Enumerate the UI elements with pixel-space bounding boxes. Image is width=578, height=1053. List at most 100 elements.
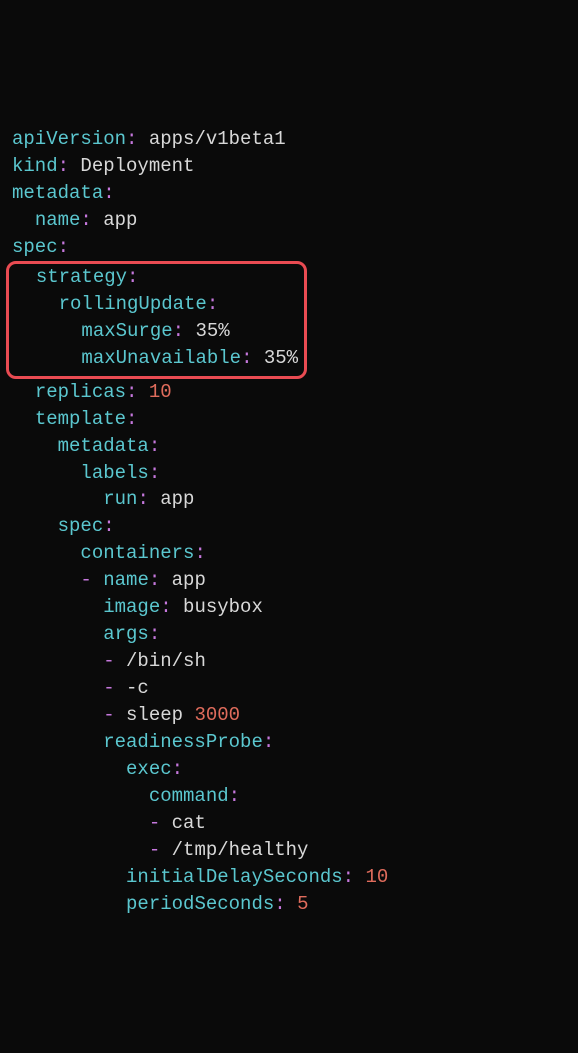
colon: :: [263, 731, 274, 753]
yaml-line: metadata:: [12, 433, 566, 460]
yaml-value: /tmp/healthy: [172, 839, 309, 861]
yaml-line: - /tmp/healthy: [12, 837, 566, 864]
yaml-line: metadata:: [12, 180, 566, 207]
yaml-line: maxSurge: 35%: [13, 318, 298, 345]
yaml-line: apiVersion: apps/v1beta1: [12, 126, 566, 153]
colon: :: [137, 488, 148, 510]
yaml-value: -c: [126, 677, 149, 699]
yaml-value: 35%: [264, 347, 298, 369]
yaml-value: app: [172, 569, 206, 591]
colon: :: [126, 128, 137, 150]
yaml-key: maxUnavailable: [81, 347, 241, 369]
yaml-line: containers:: [12, 540, 566, 567]
colon: :: [229, 785, 240, 807]
yaml-line: command:: [12, 783, 566, 810]
yaml-key: metadata: [58, 435, 149, 457]
yaml-key: labels: [80, 462, 148, 484]
yaml-line: - -c: [12, 675, 566, 702]
yaml-line: initialDelaySeconds: 10: [12, 864, 566, 891]
yaml-line: spec:: [12, 234, 566, 261]
yaml-line: - sleep 3000: [12, 702, 566, 729]
colon: :: [173, 320, 184, 342]
yaml-line: - name: app: [12, 567, 566, 594]
yaml-line: readinessProbe:: [12, 729, 566, 756]
yaml-key: args: [103, 623, 149, 645]
yaml-line: strategy:: [13, 264, 298, 291]
yaml-key: image: [103, 596, 160, 618]
dash: -: [103, 704, 114, 726]
colon: :: [103, 515, 114, 537]
yaml-key: name: [103, 569, 149, 591]
yaml-line: spec:: [12, 513, 566, 540]
colon: :: [149, 623, 160, 645]
yaml-line: name: app: [12, 207, 566, 234]
colon: :: [194, 542, 205, 564]
yaml-key: replicas: [35, 381, 126, 403]
yaml-value: cat: [172, 812, 206, 834]
yaml-key: initialDelaySeconds: [126, 866, 343, 888]
yaml-value: apps/v1beta1: [149, 128, 286, 150]
yaml-key: command: [149, 785, 229, 807]
yaml-key: containers: [80, 542, 194, 564]
yaml-line: args:: [12, 621, 566, 648]
yaml-key: kind: [12, 155, 58, 177]
dash: -: [149, 839, 160, 861]
yaml-value: app: [160, 488, 194, 510]
dash: -: [103, 650, 114, 672]
yaml-key: template: [35, 408, 126, 430]
yaml-line: - /bin/sh: [12, 648, 566, 675]
yaml-line: image: busybox: [12, 594, 566, 621]
yaml-key: rollingUpdate: [59, 293, 207, 315]
colon: :: [126, 408, 137, 430]
colon: :: [149, 435, 160, 457]
yaml-value: 35%: [195, 320, 229, 342]
yaml-value: 5: [297, 893, 308, 915]
yaml-key: spec: [58, 515, 104, 537]
yaml-key: metadata: [12, 182, 103, 204]
colon: :: [241, 347, 252, 369]
colon: :: [127, 266, 138, 288]
colon: :: [343, 866, 354, 888]
yaml-key: readinessProbe: [103, 731, 263, 753]
yaml-key: periodSeconds: [126, 893, 274, 915]
colon: :: [172, 758, 183, 780]
yaml-key: maxSurge: [81, 320, 172, 342]
yaml-key: spec: [12, 236, 58, 258]
yaml-value: sleep: [126, 704, 194, 726]
colon: :: [80, 209, 91, 231]
yaml-value: /bin/sh: [126, 650, 206, 672]
yaml-line: run: app: [12, 486, 566, 513]
yaml-value: app: [103, 209, 137, 231]
colon: :: [126, 381, 137, 403]
colon: :: [149, 462, 160, 484]
colon: :: [207, 293, 218, 315]
yaml-value: 3000: [194, 704, 240, 726]
yaml-line: labels:: [12, 460, 566, 487]
yaml-line: - cat: [12, 810, 566, 837]
yaml-key: exec: [126, 758, 172, 780]
yaml-line: template:: [12, 406, 566, 433]
colon: :: [160, 596, 171, 618]
dash: -: [80, 569, 91, 591]
colon: :: [274, 893, 285, 915]
yaml-value: 10: [365, 866, 388, 888]
highlight-box: strategy: rollingUpdate: maxSurge: 35% m…: [6, 261, 307, 379]
dash: -: [149, 812, 160, 834]
yaml-value: 10: [149, 381, 172, 403]
yaml-line: replicas: 10: [12, 379, 566, 406]
yaml-key: name: [35, 209, 81, 231]
yaml-value: Deployment: [80, 155, 194, 177]
colon: :: [103, 182, 114, 204]
yaml-value: busybox: [183, 596, 263, 618]
yaml-line: maxUnavailable: 35%: [13, 345, 298, 372]
yaml-key: apiVersion: [12, 128, 126, 150]
yaml-line: exec:: [12, 756, 566, 783]
dash: -: [103, 677, 114, 699]
yaml-key: run: [103, 488, 137, 510]
yaml-key: strategy: [36, 266, 127, 288]
colon: :: [149, 569, 160, 591]
yaml-line: kind: Deployment: [12, 153, 566, 180]
colon: :: [58, 155, 69, 177]
colon: :: [58, 236, 69, 258]
yaml-line: rollingUpdate:: [13, 291, 298, 318]
